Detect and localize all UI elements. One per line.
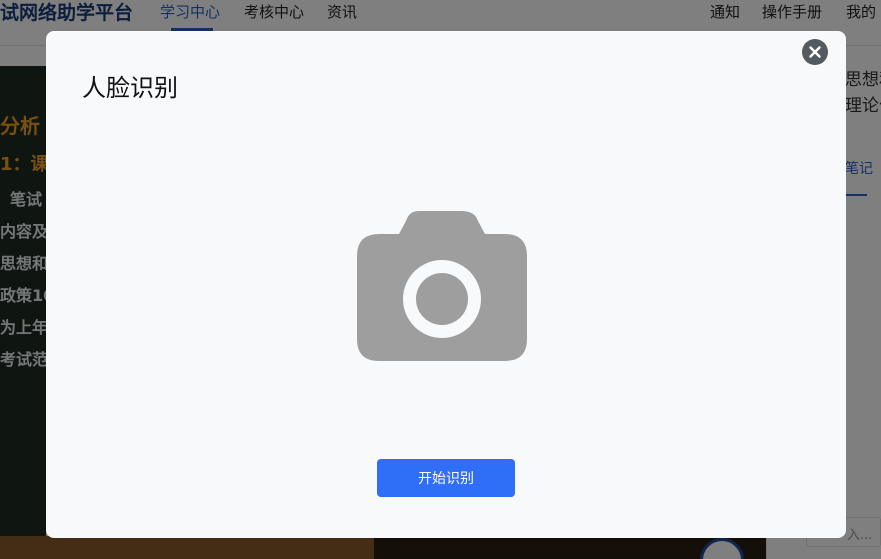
camera-icon [357,211,527,361]
dialog-title: 人脸识别 [82,74,178,102]
face-recognition-dialog: 人脸识别 开始识别 [46,31,846,538]
close-button[interactable] [802,39,828,65]
close-icon [809,46,821,58]
start-recognition-button[interactable]: 开始识别 [377,459,515,497]
